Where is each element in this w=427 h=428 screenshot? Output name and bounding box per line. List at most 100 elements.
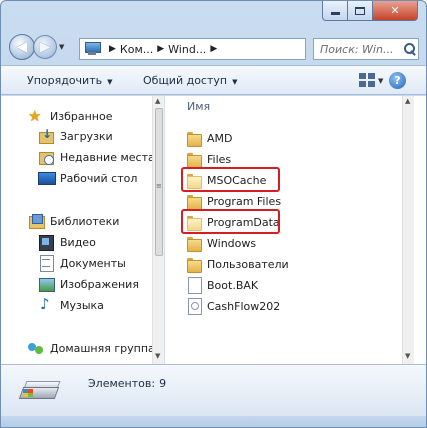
folder-icon	[186, 256, 202, 273]
star-icon: ★	[28, 107, 42, 125]
file-name: Windows	[207, 236, 257, 250]
file-name: Пользователи	[207, 257, 289, 271]
folder-icon	[186, 151, 202, 168]
item-count-label: Элементов:	[88, 377, 156, 390]
file-name: Boot.BAK	[207, 278, 259, 292]
recent-places-icon	[38, 149, 54, 165]
organize-label: Упорядочить	[27, 74, 103, 87]
share-label: Общий доступ	[143, 74, 228, 87]
downloads-icon	[38, 127, 54, 144]
file-name: CashFlow202	[207, 299, 281, 313]
windows-logo-icon	[23, 389, 33, 397]
share-menu-button[interactable]: Общий доступ ▼	[143, 74, 237, 87]
back-button[interactable]: ◀	[9, 34, 35, 60]
file-icon	[186, 277, 202, 294]
sidebar-item-desktop[interactable]: Рабочий стол	[38, 168, 152, 188]
scroll-down-icon[interactable]: ▼	[405, 352, 410, 360]
close-icon: ✕	[390, 4, 400, 17]
minimize-icon	[330, 12, 340, 15]
file-icon	[186, 298, 202, 315]
list-item[interactable]: AMD	[186, 128, 233, 148]
organize-menu-button[interactable]: Упорядочить ▼	[27, 74, 113, 87]
desktop-icon	[38, 170, 56, 186]
navigation-pane: ★ Избранное Загрузки Недавние места Рабо…	[1, 96, 152, 364]
details-pane: Элементов: 9	[1, 364, 426, 416]
sidebar-item-label: Изображения	[60, 277, 139, 291]
content-area: ★ Избранное Загрузки Недавние места Рабо…	[1, 96, 426, 364]
file-list-scrollbar[interactable]: ▲ ▼	[402, 96, 414, 364]
navigation-pane-scrollbar[interactable]: ▲ ≡ ▼	[152, 96, 164, 364]
drive-icon	[18, 375, 61, 407]
help-icon: ?	[394, 74, 401, 87]
sidebar-item-music[interactable]: Музыка	[38, 295, 152, 315]
explorer-window: ✕ ◀ ▶ ▼ ▶ Ком... ▶ Wind... ▶ ▼ ⟳ Поиск: …	[0, 0, 427, 428]
item-count-value: 9	[159, 377, 167, 390]
highlight-box-msocache	[181, 167, 280, 192]
scroll-up-icon[interactable]: ▲	[155, 97, 160, 105]
breadcrumb-computer[interactable]: Ком...	[120, 43, 153, 56]
view-options-dropdown[interactable]: ▼	[378, 77, 383, 85]
back-arrow-icon: ◀	[16, 39, 28, 55]
help-button[interactable]: ?	[389, 72, 406, 89]
breadcrumb-windows[interactable]: Wind...	[168, 43, 206, 56]
sidebar-item-libraries[interactable]: Библиотеки	[28, 211, 152, 231]
sidebar-item-label: Видео	[60, 235, 96, 249]
change-view-button[interactable]	[359, 73, 375, 87]
documents-icon	[38, 255, 54, 272]
scroll-down-icon[interactable]: ▼	[155, 352, 160, 360]
chevron-down-icon: ▼	[232, 78, 238, 86]
chevron-right-icon[interactable]: ▶	[109, 44, 116, 54]
sidebar-item-homegroup[interactable]: Домашняя группа	[28, 338, 152, 358]
maximize-button[interactable]	[347, 1, 373, 21]
forward-arrow-icon: ▶	[39, 39, 51, 55]
address-bar[interactable]: ▶ Ком... ▶ Wind... ▶ ▼ ⟳	[79, 38, 383, 60]
forward-button[interactable]: ▶	[33, 35, 57, 59]
sidebar-item-recent-places[interactable]: Недавние места	[38, 147, 152, 167]
sidebar-item-label: Музыка	[60, 298, 104, 312]
list-item[interactable]: Windows	[186, 233, 256, 253]
folder-icon	[186, 193, 202, 210]
sidebar-item-label: Библиотеки	[50, 214, 120, 228]
video-icon	[38, 234, 54, 251]
sidebar-item-images[interactable]: Изображения	[38, 274, 152, 294]
sidebar-item-downloads[interactable]: Загрузки	[38, 126, 152, 146]
recent-pages-dropdown[interactable]: ▼	[59, 43, 64, 51]
homegroup-icon	[28, 340, 44, 356]
images-icon	[38, 276, 55, 292]
folder-icon	[186, 235, 202, 252]
list-item[interactable]: Пользователи	[186, 254, 289, 274]
minimize-button[interactable]	[322, 1, 348, 21]
sidebar-item-documents[interactable]: Документы	[38, 253, 152, 273]
item-count: Элементов: 9	[88, 377, 166, 390]
folder-icon	[186, 130, 202, 147]
computer-icon	[83, 42, 101, 56]
pane-splitter[interactable]	[164, 96, 168, 364]
navigation-bar: ◀ ▶ ▼ ▶ Ком... ▶ Wind... ▶ ▼ ⟳ Поиск: Wi…	[1, 31, 426, 63]
sidebar-item-video[interactable]: Видео	[38, 232, 152, 252]
file-name: Program Files	[207, 194, 282, 208]
title-bar: ✕	[1, 1, 426, 31]
file-list: Имя AMD Files MSOCache Program Files Pro…	[169, 96, 414, 364]
libraries-icon	[28, 213, 45, 229]
close-button[interactable]: ✕	[372, 1, 418, 21]
chevron-right-icon[interactable]: ▶	[157, 44, 164, 54]
music-icon	[38, 295, 54, 313]
window-frame-bottom	[1, 416, 426, 427]
search-input[interactable]: Поиск: Win...	[313, 38, 419, 60]
maximize-icon	[355, 6, 365, 15]
list-item[interactable]: Boot.BAK	[186, 275, 258, 295]
chevron-right-icon[interactable]: ▶	[210, 44, 217, 54]
scroll-up-icon[interactable]: ▲	[405, 97, 410, 105]
search-icon[interactable]	[402, 41, 418, 57]
sidebar-item-label: Документы	[60, 256, 126, 270]
list-item[interactable]: CashFlow202	[186, 296, 280, 316]
file-name: AMD	[207, 131, 233, 145]
list-item[interactable]: Files	[186, 149, 231, 169]
list-item[interactable]: Program Files	[186, 191, 281, 211]
sidebar-item-label: Недавние места	[60, 150, 152, 164]
sidebar-item-label: Избранное	[50, 109, 113, 123]
sidebar-item-label: Загрузки	[60, 129, 113, 143]
scrollbar-grip-icon: ≡	[156, 182, 162, 190]
sidebar-item-favorites[interactable]: ★ Избранное	[28, 106, 152, 126]
column-header-name[interactable]: Имя	[169, 96, 414, 118]
